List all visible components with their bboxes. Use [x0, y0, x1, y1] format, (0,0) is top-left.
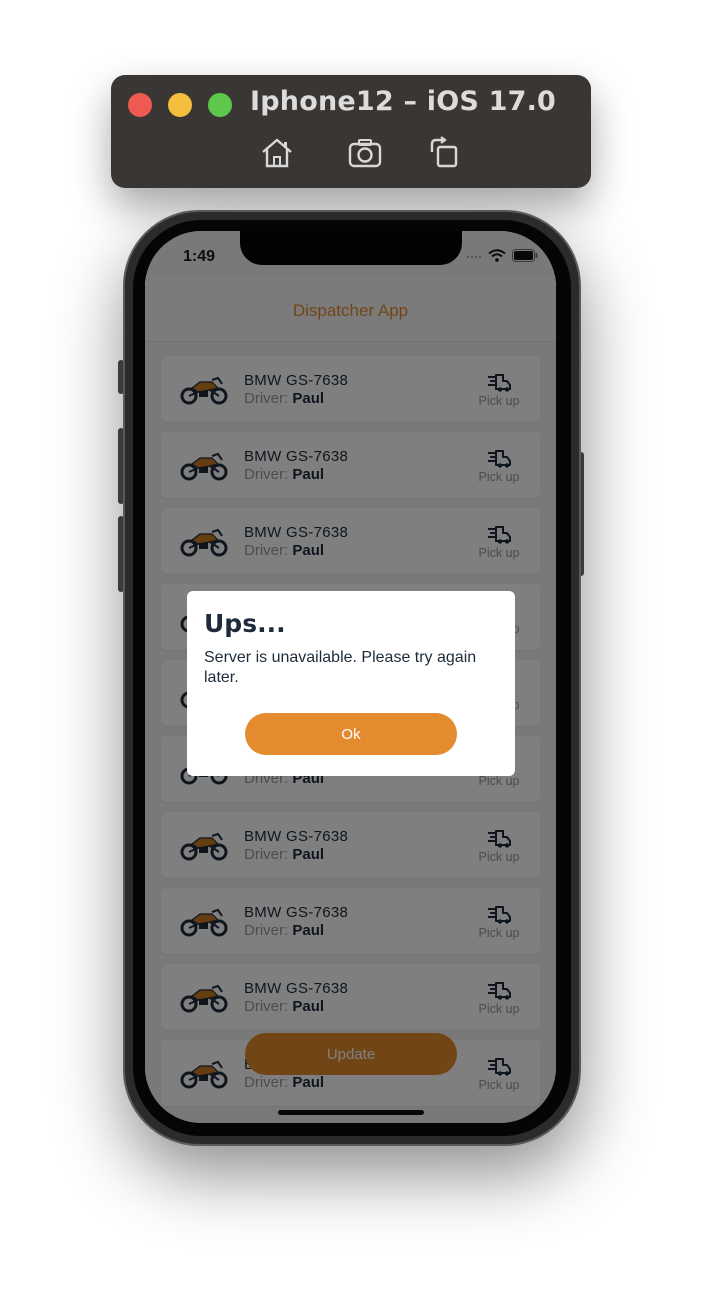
error-dialog: Ups... Server is unavailable. Please try… [187, 591, 515, 776]
home-icon[interactable] [259, 136, 295, 170]
minimize-window-button[interactable] [168, 93, 192, 117]
dialog-message: Server is unavailable. Please try again … [204, 649, 477, 686]
ok-button[interactable]: Ok [245, 713, 457, 755]
dialog-title: Ups... [204, 609, 286, 638]
zoom-window-button[interactable] [208, 93, 232, 117]
close-window-button[interactable] [128, 93, 152, 117]
simulator-title: Iphone12 – iOS 17.0 [250, 86, 557, 117]
rotate-icon[interactable] [426, 136, 462, 170]
screenshot-icon[interactable] [347, 136, 383, 170]
